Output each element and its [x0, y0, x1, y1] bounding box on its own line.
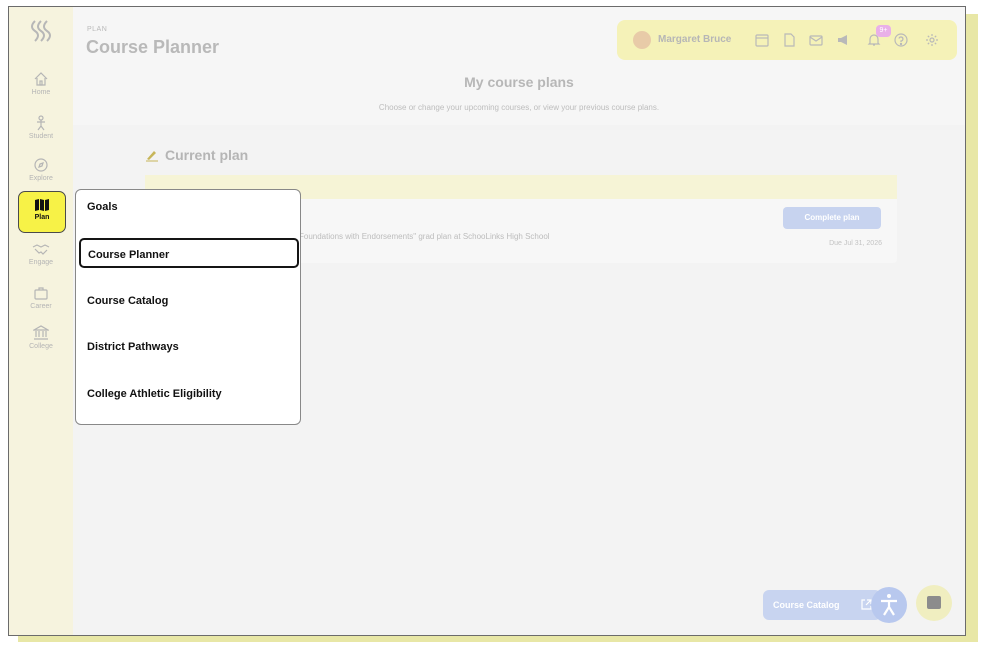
sidebar-item-label: Career: [30, 303, 52, 310]
sidebar-item-college[interactable]: College: [9, 325, 73, 365]
chat-icon: [927, 596, 941, 609]
sidebar-item-label: Student: [28, 133, 54, 140]
due-date: Due Jul 31, 2026: [829, 240, 882, 247]
plan-submenu: Goals Course Planner Course Catalog Dist…: [75, 189, 301, 425]
student-icon: [37, 115, 45, 131]
avatar[interactable]: [633, 31, 651, 49]
menu-item-college-athletic-eligibility[interactable]: College Athletic Eligibility: [76, 379, 302, 409]
plan-description: Foundations with Endorsements" grad plan…: [299, 232, 550, 241]
page-eyebrow: PLAN: [87, 26, 108, 33]
handshake-icon: [32, 244, 50, 255]
user-name[interactable]: Margaret Bruce: [658, 34, 731, 45]
compass-icon: [34, 158, 48, 172]
app-window: Home Student Explore Plan Engage Career …: [8, 6, 966, 636]
current-plan-heading: Current plan: [165, 147, 249, 163]
sidebar-item-label: Explore: [29, 175, 53, 182]
help-icon[interactable]: [894, 33, 908, 47]
sidebar-item-student[interactable]: Student: [9, 115, 73, 155]
menu-item-goals[interactable]: Goals: [76, 192, 302, 222]
mail-icon[interactable]: [809, 33, 823, 47]
page-header: PLAN Course Planner Margaret Bruce 9+ My…: [73, 7, 965, 125]
menu-item-district-pathways[interactable]: District Pathways: [76, 332, 302, 362]
notification-badge: 9+: [876, 25, 891, 37]
course-catalog-button[interactable]: Course Catalog: [763, 590, 881, 620]
sidebar: Home Student Explore Plan Engage Career …: [9, 7, 73, 635]
user-toolbar: Margaret Bruce 9+: [617, 20, 957, 60]
sidebar-item-engage[interactable]: Engage: [9, 243, 73, 283]
gear-icon[interactable]: [925, 33, 939, 47]
sidebar-item-label: Home: [31, 89, 51, 96]
section-subheading: Choose or change your upcoming courses, …: [378, 103, 660, 112]
schoolinks-logo-icon: [27, 17, 55, 45]
document-icon[interactable]: [782, 33, 796, 47]
home-icon: [34, 72, 48, 86]
menu-item-course-planner[interactable]: Course Planner: [79, 238, 299, 268]
sidebar-item-plan[interactable]: Plan: [18, 191, 66, 233]
chat-button[interactable]: [916, 585, 952, 621]
accessibility-icon: [881, 594, 897, 616]
pencil-icon: [145, 148, 159, 162]
menu-item-course-catalog[interactable]: Course Catalog: [76, 286, 302, 316]
calendar-icon[interactable]: [755, 33, 769, 47]
accessibility-button[interactable]: [871, 587, 907, 623]
briefcase-icon: [34, 287, 48, 300]
complete-plan-button[interactable]: Complete plan: [783, 207, 881, 229]
sidebar-item-label: College: [29, 343, 53, 350]
megaphone-icon[interactable]: [836, 33, 850, 47]
map-icon: [35, 199, 49, 211]
sidebar-item-label: Engage: [28, 259, 54, 266]
section-heading: My course plans: [464, 74, 574, 90]
page-title: Course Planner: [86, 37, 220, 57]
college-icon: [33, 325, 49, 340]
sidebar-item-career[interactable]: Career: [9, 285, 73, 325]
course-catalog-label: Course Catalog: [773, 600, 840, 610]
sidebar-item-home[interactable]: Home: [9, 71, 73, 111]
sidebar-item-label: Plan: [34, 214, 50, 221]
